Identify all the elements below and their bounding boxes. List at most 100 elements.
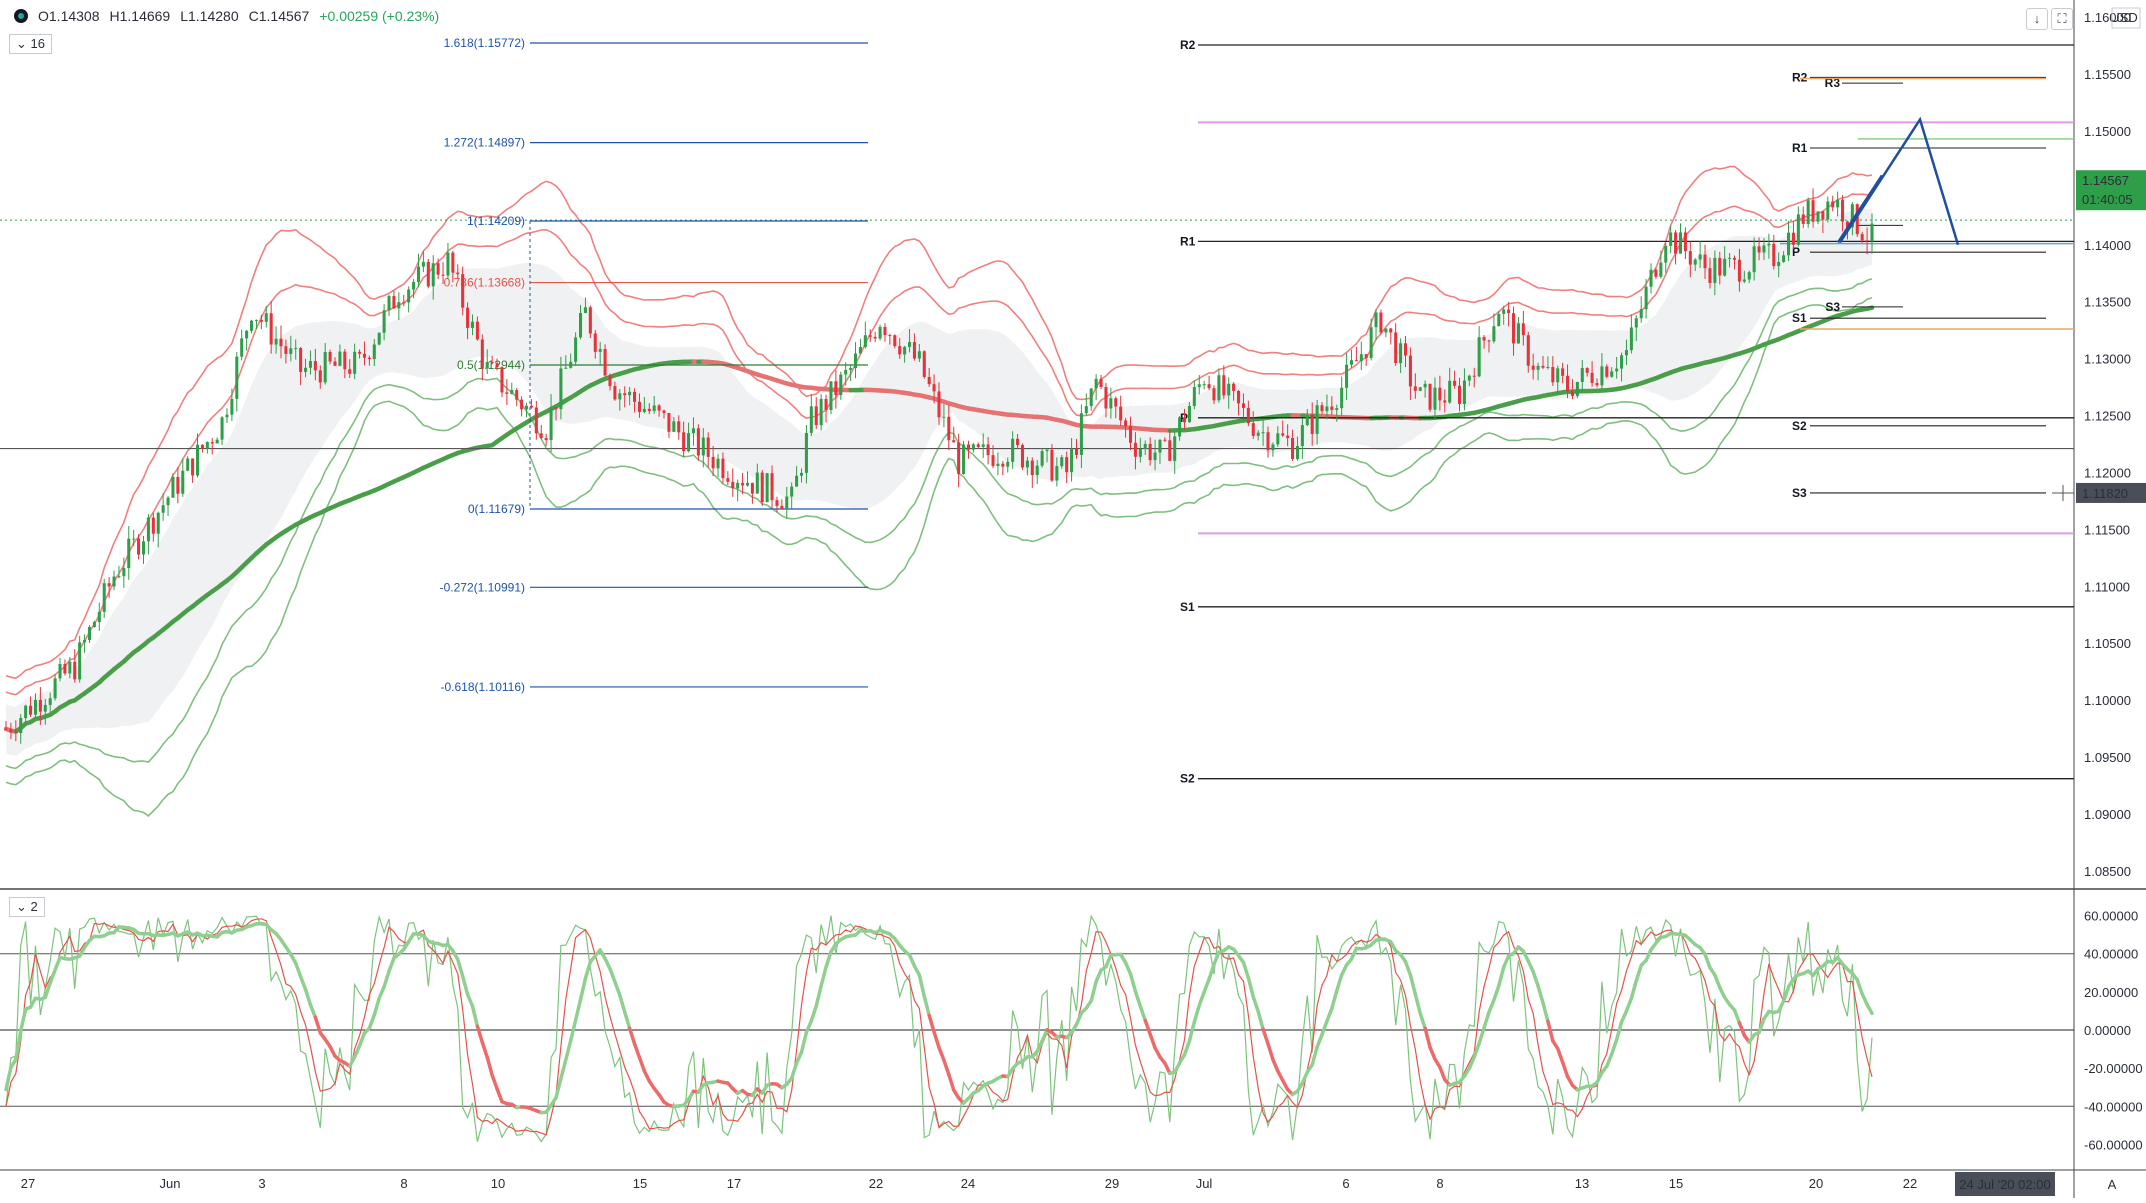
candle-body[interactable] [1065, 457, 1068, 472]
candle-body[interactable] [780, 506, 783, 509]
candle-body[interactable] [530, 406, 533, 408]
candle-body[interactable] [579, 313, 582, 337]
candle-body[interactable] [230, 399, 233, 415]
candle-body[interactable] [879, 327, 882, 339]
candle-body[interactable] [446, 253, 449, 276]
candle-body[interactable] [122, 568, 125, 576]
candle-body[interactable] [1600, 366, 1603, 385]
candle-body[interactable] [333, 362, 336, 366]
candle-body[interactable] [1070, 449, 1073, 472]
candle-body[interactable] [1060, 457, 1063, 466]
candle-body[interactable] [1090, 388, 1093, 406]
candle-body[interactable] [1286, 436, 1289, 438]
candle-body[interactable] [1124, 420, 1127, 426]
candle-body[interactable] [623, 393, 626, 395]
candle-body[interactable] [726, 478, 729, 482]
candle-body[interactable] [1419, 387, 1422, 391]
candle-body[interactable] [1276, 433, 1279, 444]
candle-body[interactable] [903, 347, 906, 355]
candle-body[interactable] [407, 290, 410, 303]
candle-body[interactable] [1016, 439, 1019, 445]
candle-body[interactable] [1085, 406, 1088, 413]
candle-body[interactable] [39, 700, 42, 712]
candle-body[interactable] [918, 351, 921, 358]
candle-body[interactable] [1448, 381, 1451, 403]
candle-body[interactable] [147, 518, 150, 542]
candle-body[interactable] [437, 263, 440, 274]
candle-body[interactable] [1635, 318, 1638, 327]
candle-body[interactable] [1330, 407, 1333, 410]
candle-body[interactable] [1546, 367, 1549, 368]
candle-body[interactable] [1119, 407, 1122, 421]
candle-body[interactable] [289, 348, 292, 354]
candle-body[interactable] [127, 539, 130, 568]
candle-body[interactable] [1512, 313, 1515, 343]
candle-body[interactable] [1487, 341, 1490, 342]
candle-body[interactable] [638, 402, 641, 412]
candle-body[interactable] [397, 302, 400, 308]
candle-body[interactable] [658, 405, 661, 410]
candle-body[interactable] [569, 362, 572, 368]
candle-body[interactable] [221, 417, 224, 439]
candle-body[interactable] [167, 498, 170, 506]
candle-body[interactable] [1389, 328, 1392, 332]
candle-body[interactable] [667, 413, 670, 432]
candle-body[interactable] [324, 352, 327, 382]
candle-body[interactable] [1704, 255, 1707, 269]
candle-body[interactable] [1718, 258, 1721, 276]
candle-body[interactable] [1237, 391, 1240, 403]
candle-body[interactable] [1797, 214, 1800, 244]
candle-body[interactable] [1247, 408, 1250, 423]
candle-body[interactable] [1507, 310, 1510, 314]
candle-body[interactable] [928, 377, 931, 384]
candle-body[interactable] [422, 262, 425, 267]
candle-body[interactable] [1375, 313, 1378, 328]
candle-body[interactable] [500, 367, 503, 392]
candle-body[interactable] [785, 497, 788, 510]
candle-body[interactable] [996, 464, 999, 466]
candle-body[interactable] [1183, 417, 1186, 422]
candle-body[interactable] [1242, 403, 1245, 408]
candle-body[interactable] [427, 262, 430, 287]
candle-body[interactable] [923, 351, 926, 377]
candle-body[interactable] [805, 433, 808, 473]
candle-body[interactable] [937, 391, 940, 417]
candle-body[interactable] [368, 358, 371, 359]
candle-body[interactable] [1433, 388, 1436, 410]
candle-body[interactable] [1787, 233, 1790, 256]
candle-body[interactable] [1031, 461, 1034, 475]
candle-body[interactable] [1566, 376, 1569, 391]
candle-body[interactable] [1733, 258, 1736, 260]
candle-body[interactable] [1011, 439, 1014, 462]
candle-body[interactable] [338, 352, 341, 366]
candle-body[interactable] [108, 583, 111, 586]
candle-body[interactable] [1046, 450, 1049, 451]
candle-body[interactable] [304, 368, 307, 372]
candle-body[interactable] [1379, 313, 1382, 333]
candle-body[interactable] [14, 732, 17, 733]
candle-body[interactable] [829, 381, 832, 410]
fullscreen-icon[interactable]: ⛶ [2051, 8, 2073, 30]
candle-body[interactable] [83, 640, 86, 642]
candle-body[interactable] [456, 273, 459, 275]
candle-body[interactable] [810, 406, 813, 433]
candle-body[interactable] [481, 339, 484, 367]
candle-body[interactable] [279, 339, 282, 347]
candle-body[interactable] [1468, 376, 1471, 381]
candle-body[interactable] [1502, 310, 1505, 314]
candle-body[interactable] [1870, 224, 1873, 242]
candle-body[interactable] [476, 322, 479, 340]
candle-body[interactable] [1625, 350, 1628, 355]
candle-body[interactable] [4, 729, 7, 730]
candle-body[interactable] [1080, 413, 1083, 455]
candle-body[interactable] [707, 438, 710, 457]
candle-body[interactable] [275, 339, 278, 345]
candle-body[interactable] [942, 417, 945, 418]
candle-body[interactable] [73, 662, 76, 680]
candle-body[interactable] [1271, 444, 1274, 450]
candle-body[interactable] [1262, 432, 1265, 433]
candle-body[interactable] [574, 337, 577, 361]
candle-body[interactable] [88, 627, 91, 640]
candle-body[interactable] [1217, 375, 1220, 400]
candle-body[interactable] [496, 363, 499, 367]
